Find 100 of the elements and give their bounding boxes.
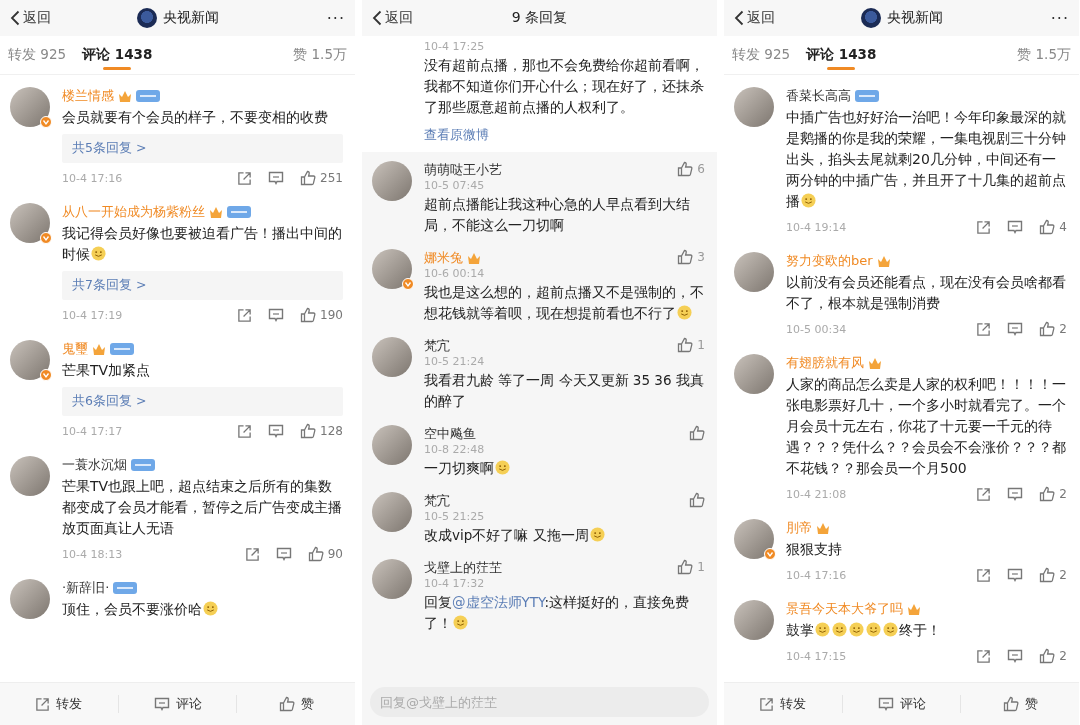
- thumbs-up-icon[interactable]: [307, 546, 324, 562]
- thumbs-up-icon[interactable]: [300, 423, 317, 439]
- avatar[interactable]: [372, 559, 412, 599]
- thumbs-up-icon[interactable]: [278, 696, 295, 712]
- comment-icon[interactable]: [268, 307, 285, 323]
- emoji-icon: [91, 246, 106, 261]
- share-icon[interactable]: [976, 648, 992, 664]
- comment-icon[interactable]: [1007, 321, 1024, 337]
- avatar[interactable]: [734, 252, 774, 292]
- share-icon[interactable]: [244, 546, 260, 562]
- like-button[interactable]: 赞: [237, 695, 355, 713]
- avatar[interactable]: [734, 519, 774, 559]
- thumbs-up-icon[interactable]: [677, 337, 694, 353]
- tab[interactable]: 转发 925: [732, 36, 791, 74]
- avatar[interactable]: [372, 337, 412, 377]
- comment-icon[interactable]: [153, 696, 170, 712]
- like-count: 2: [1059, 649, 1067, 663]
- more-button[interactable]: ···: [275, 8, 345, 28]
- like-button[interactable]: 赞: [961, 695, 1079, 713]
- username[interactable]: 一蓑水沉烟: [62, 456, 127, 474]
- like-count: 2: [1059, 568, 1067, 582]
- avatar[interactable]: [372, 249, 412, 289]
- avatar[interactable]: [372, 492, 412, 532]
- avatar[interactable]: [10, 340, 50, 380]
- comment-icon[interactable]: [275, 546, 292, 562]
- like-count: 90: [327, 547, 343, 561]
- view-replies-link[interactable]: 共5条回复 >: [62, 134, 343, 163]
- avatar[interactable]: [372, 161, 412, 201]
- repost-button[interactable]: 转发: [724, 695, 842, 713]
- thumbs-up-icon[interactable]: [677, 249, 694, 265]
- thumbs-up-icon[interactable]: [689, 492, 705, 508]
- comment-icon[interactable]: [1007, 567, 1024, 583]
- share-icon[interactable]: [237, 307, 253, 323]
- username[interactable]: 萌萌哒王小艺: [424, 161, 502, 179]
- comment-icon[interactable]: [268, 170, 285, 186]
- avatar[interactable]: [734, 354, 774, 394]
- thumbs-up-icon[interactable]: [1039, 486, 1056, 502]
- more-button[interactable]: ···: [999, 8, 1069, 28]
- share-icon[interactable]: [976, 486, 992, 502]
- reply-input-field[interactable]: 回复@戈壁上的茳芏: [370, 687, 709, 717]
- thumbs-up-icon[interactable]: [1039, 648, 1056, 664]
- back-icon[interactable]: [734, 10, 744, 26]
- likes-tab[interactable]: 赞 1.5万: [293, 36, 347, 74]
- back-button[interactable]: 返回: [734, 9, 804, 27]
- comment-icon[interactable]: [1007, 219, 1024, 235]
- share-icon[interactable]: [237, 170, 253, 186]
- comment-icon[interactable]: [1007, 486, 1024, 502]
- like-count: 1: [697, 338, 705, 352]
- comment-icon[interactable]: [877, 696, 894, 712]
- repost-button[interactable]: 转发: [0, 695, 118, 713]
- share-icon[interactable]: [976, 219, 992, 235]
- thumbs-up-icon[interactable]: [300, 170, 317, 186]
- avatar[interactable]: [734, 87, 774, 127]
- thumbs-up-icon[interactable]: [1039, 321, 1056, 337]
- emoji-icon: [589, 527, 605, 542]
- share-icon[interactable]: [976, 321, 992, 337]
- thumbs-up-icon[interactable]: [689, 425, 705, 441]
- avatar[interactable]: [734, 600, 774, 640]
- username[interactable]: 戈壁上的茳芏: [424, 559, 502, 577]
- view-replies-link[interactable]: 共6条回复 >: [62, 387, 343, 416]
- back-icon[interactable]: [10, 10, 20, 26]
- thumbs-up-icon[interactable]: [1002, 696, 1019, 712]
- comment-icon[interactable]: [1007, 648, 1024, 664]
- comment-icon[interactable]: [268, 423, 285, 439]
- reply-text: 我也是这么想的，超前点播又不是强制的，不想花钱就等着呗，现在想提前看也不行了: [424, 283, 705, 323]
- share-icon[interactable]: [976, 567, 992, 583]
- avatar[interactable]: [10, 87, 50, 127]
- thumbs-up-icon[interactable]: [677, 559, 694, 575]
- avatar[interactable]: [10, 579, 50, 619]
- view-original-link[interactable]: 查看原微博: [424, 126, 489, 144]
- avatar[interactable]: [372, 425, 412, 465]
- emoji-icon: [495, 460, 510, 475]
- username[interactable]: ·新辞旧·: [62, 579, 110, 597]
- back-icon[interactable]: [372, 10, 382, 26]
- emoji-icon: [815, 622, 830, 637]
- mention-link[interactable]: @虚空法师YTY: [452, 594, 545, 610]
- username[interactable]: 空中飚鱼: [424, 425, 476, 443]
- share-icon[interactable]: [759, 696, 775, 712]
- reply-time: 10-4 17:32: [424, 577, 486, 590]
- logo-icon: [136, 8, 157, 28]
- tab[interactable]: 转发 925: [8, 36, 67, 74]
- username[interactable]: 梵宂: [424, 492, 450, 510]
- username[interactable]: 梵宂: [424, 337, 450, 355]
- tab[interactable]: 评论 1438: [82, 36, 153, 74]
- share-icon[interactable]: [237, 423, 253, 439]
- comment-button[interactable]: 评论: [842, 695, 961, 713]
- thumbs-up-icon[interactable]: [300, 307, 317, 323]
- back-button[interactable]: 返回: [372, 9, 442, 27]
- avatar[interactable]: [10, 203, 50, 243]
- thumbs-up-icon[interactable]: [677, 161, 694, 177]
- tab[interactable]: 评论 1438: [806, 36, 877, 74]
- thumbs-up-icon[interactable]: [1039, 567, 1056, 583]
- comment-button[interactable]: 评论: [118, 695, 237, 713]
- back-button[interactable]: 返回: [10, 9, 80, 27]
- view-replies-link[interactable]: 共7条回复 >: [62, 271, 343, 300]
- avatar[interactable]: [10, 456, 50, 496]
- thumbs-up-icon[interactable]: [1039, 219, 1056, 235]
- likes-tab[interactable]: 赞 1.5万: [1017, 36, 1071, 74]
- username[interactable]: 香菜长高高: [786, 87, 851, 105]
- share-icon[interactable]: [35, 696, 51, 712]
